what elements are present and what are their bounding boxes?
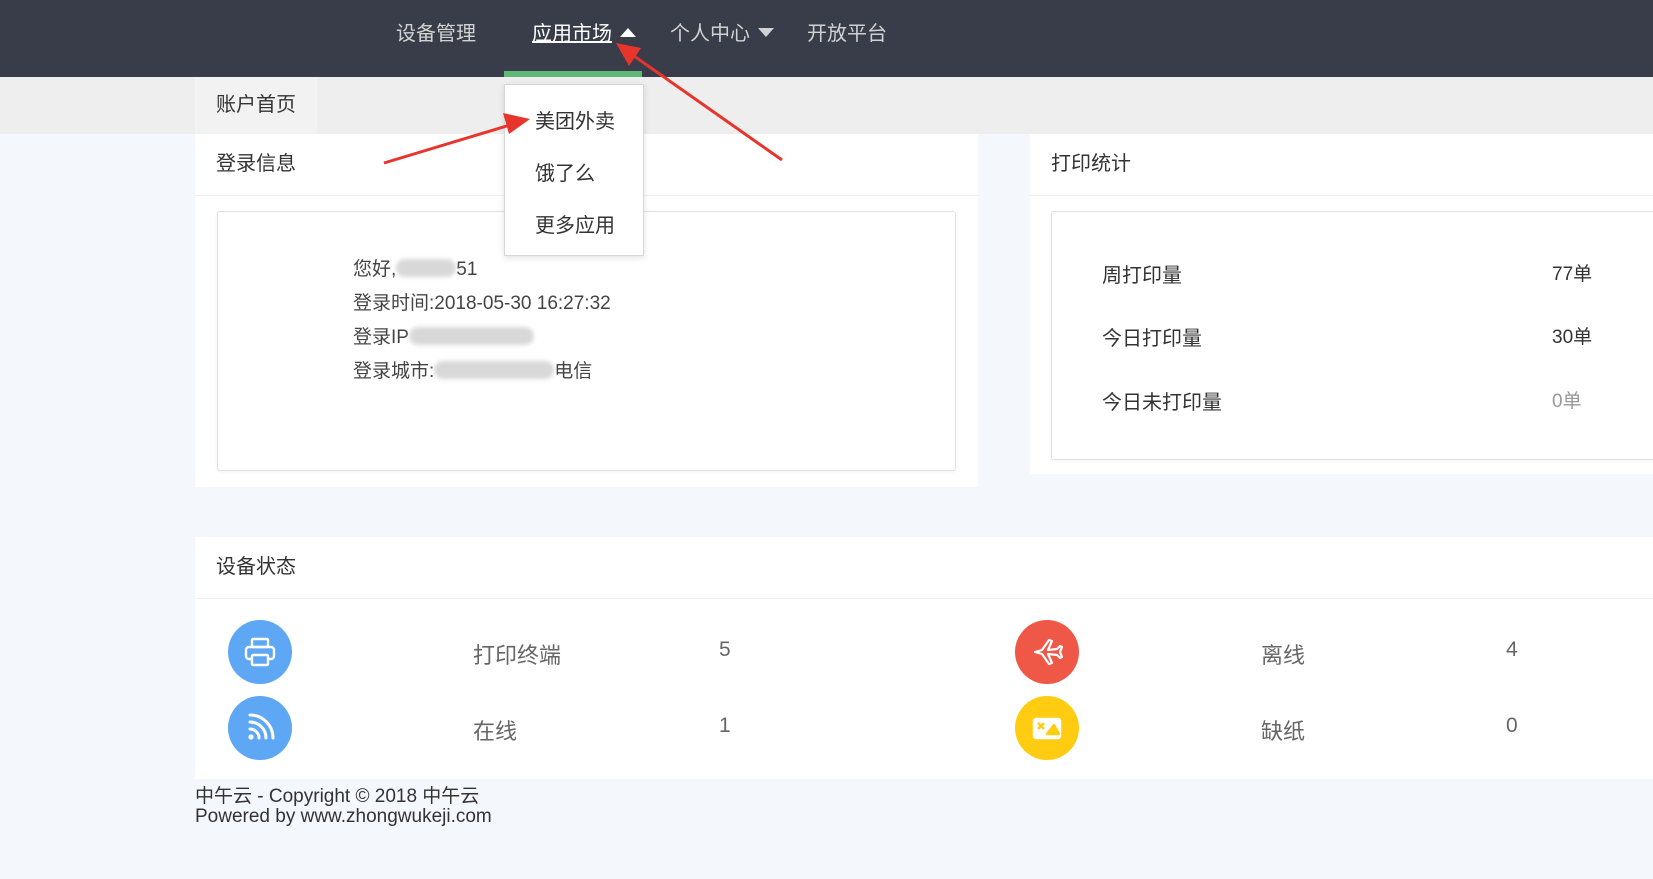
- login-city-text: 登录城市: 电信: [353, 356, 592, 383]
- stat-today-label: 今日打印量: [1102, 328, 1202, 350]
- stat-today-value: 30单: [1552, 327, 1593, 348]
- login-time-text: 登录时间:2018-05-30 16:27:32: [353, 293, 611, 314]
- greeting-prefix: 您好,: [353, 259, 397, 280]
- device-status-title: 设备状态: [195, 537, 1653, 599]
- tab-account-home[interactable]: 账户首页: [195, 77, 317, 134]
- nav-device-management[interactable]: 设备管理: [396, 0, 476, 77]
- login-city-suffix: 电信: [554, 361, 593, 382]
- device-offline-value: 4: [1506, 638, 1518, 661]
- login-ip-text: 登录IP: [353, 322, 534, 349]
- tab-strip: 账户首页: [0, 77, 1653, 134]
- stat-weekly-value: 77单: [1552, 264, 1593, 285]
- nav-open-platform[interactable]: 开放平台: [807, 0, 887, 77]
- app-market-dropdown: 美团外卖 饿了么 更多应用: [504, 84, 644, 256]
- device-total-label: 打印终端: [473, 643, 562, 668]
- device-nopaper-value: 0: [1506, 714, 1518, 737]
- greeting-text: 您好, 51: [353, 254, 477, 281]
- print-stats-card: 打印统计 周打印量 77单 今日打印量 30单 今日未打印量 0单: [1030, 134, 1653, 474]
- redacted-username: [396, 259, 457, 277]
- login-city-prefix: 登录城市:: [353, 361, 435, 382]
- dropdown-item-more-apps[interactable]: 更多应用: [505, 209, 643, 238]
- nav-app-market[interactable]: 应用市场: [532, 0, 636, 77]
- top-navbar: 设备管理 应用市场 个人中心 开放平台: [0, 0, 1653, 77]
- caret-up-icon: [620, 28, 636, 37]
- printer-icon: [228, 620, 292, 684]
- dropdown-item-meituan[interactable]: 美团外卖: [505, 105, 643, 134]
- paper-missing-icon: [1015, 696, 1079, 760]
- footer-copyright: 中午云 - Copyright © 2018 中午云: [195, 786, 480, 807]
- redacted-city: [434, 361, 555, 379]
- stat-unprinted-label: 今日未打印量: [1102, 392, 1222, 414]
- nav-personal-center[interactable]: 个人中心: [670, 0, 774, 77]
- caret-down-icon: [758, 28, 774, 37]
- device-total-value: 5: [719, 638, 731, 661]
- device-online-label: 在线: [473, 719, 518, 744]
- nav-label: 开放平台: [807, 23, 887, 45]
- login-ip-prefix: 登录IP: [353, 327, 409, 348]
- print-stats-box: 周打印量 77单 今日打印量 30单 今日未打印量 0单: [1051, 211, 1653, 460]
- footer-powered-by: Powered by www.zhongwukeji.com: [195, 806, 492, 827]
- stat-weekly-label: 周打印量: [1102, 265, 1182, 287]
- device-status-card: 设备状态 打印终端 5 离线 4 在线 1 缺纸 0: [195, 537, 1653, 779]
- nav-label: 设备管理: [396, 23, 476, 45]
- airplane-icon: [1015, 620, 1079, 684]
- nav-label: 应用市场: [532, 23, 612, 45]
- redacted-ip: [408, 327, 534, 345]
- dropdown-item-eleme[interactable]: 饿了么: [505, 157, 643, 186]
- stat-unprinted-value: 0单: [1552, 391, 1582, 412]
- device-offline-label: 离线: [1261, 643, 1306, 668]
- device-online-value: 1: [719, 714, 731, 737]
- nav-label: 个人中心: [670, 23, 750, 45]
- greeting-suffix: 51: [456, 259, 478, 280]
- device-nopaper-label: 缺纸: [1261, 719, 1306, 744]
- signal-icon: [228, 696, 292, 760]
- print-stats-title: 打印统计: [1030, 134, 1653, 196]
